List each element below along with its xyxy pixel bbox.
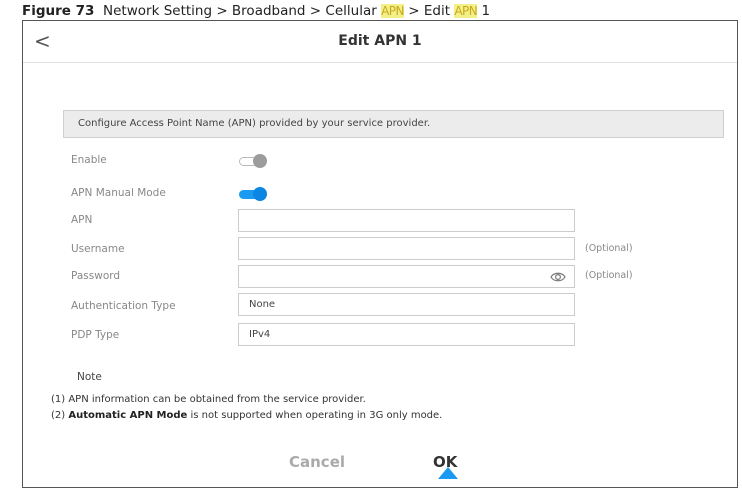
note-line-2-rest: is not supported when operating in 3G on…	[187, 410, 443, 421]
apn-manual-mode-toggle-knob	[253, 187, 267, 201]
edit-apn-window: < Edit APN 1 Configure Access Point Name…	[22, 20, 738, 488]
pdp-type-select[interactable]: IPv4	[238, 323, 575, 346]
title-bar: < Edit APN 1	[23, 21, 737, 63]
username-optional-hint: (Optional)	[585, 243, 633, 254]
figure-path-mid: > Edit	[403, 3, 455, 19]
apn-manual-mode-toggle[interactable]	[239, 187, 269, 201]
enable-toggle-knob	[253, 154, 267, 168]
apn-label: APN	[71, 214, 93, 226]
auth-type-label: Authentication Type	[71, 300, 176, 312]
highlight-apn-1: APN	[381, 4, 404, 18]
page-title: Edit APN 1	[338, 33, 422, 49]
cancel-button[interactable]: Cancel	[289, 453, 345, 471]
password-input[interactable]	[238, 265, 575, 288]
password-label: Password	[71, 270, 121, 282]
username-input[interactable]	[238, 237, 575, 260]
note-line-2-bold: Automatic APN Mode	[68, 410, 188, 421]
info-banner: Configure Access Point Name (APN) provid…	[63, 110, 724, 138]
password-optional-hint: (Optional)	[585, 270, 633, 281]
auth-type-select[interactable]: None	[238, 293, 575, 316]
username-label: Username	[71, 243, 125, 255]
figure-number: Figure 73	[22, 3, 95, 19]
enable-label: Enable	[71, 154, 107, 166]
apn-input[interactable]	[238, 209, 575, 232]
enable-toggle[interactable]	[239, 154, 269, 168]
note-line-2-prefix: (2)	[51, 410, 69, 421]
figure-path-suffix: 1	[477, 3, 491, 19]
note-line-1: (1) APN information can be obtained from…	[51, 394, 366, 405]
figure-path-prefix: Network Setting > Broadband > Cellular	[103, 3, 382, 19]
note-line-2: (2) Automatic APN Mode is not supported …	[51, 410, 442, 421]
eye-icon[interactable]	[550, 270, 566, 284]
note-title: Note	[77, 371, 102, 383]
ok-button[interactable]: OK	[433, 453, 457, 471]
pdp-type-label: PDP Type	[71, 329, 120, 341]
apn-manual-mode-label: APN Manual Mode	[71, 187, 166, 199]
figure-caption: Figure 73 Network Setting > Broadband > …	[22, 2, 490, 20]
highlight-apn-2: APN	[454, 4, 478, 18]
